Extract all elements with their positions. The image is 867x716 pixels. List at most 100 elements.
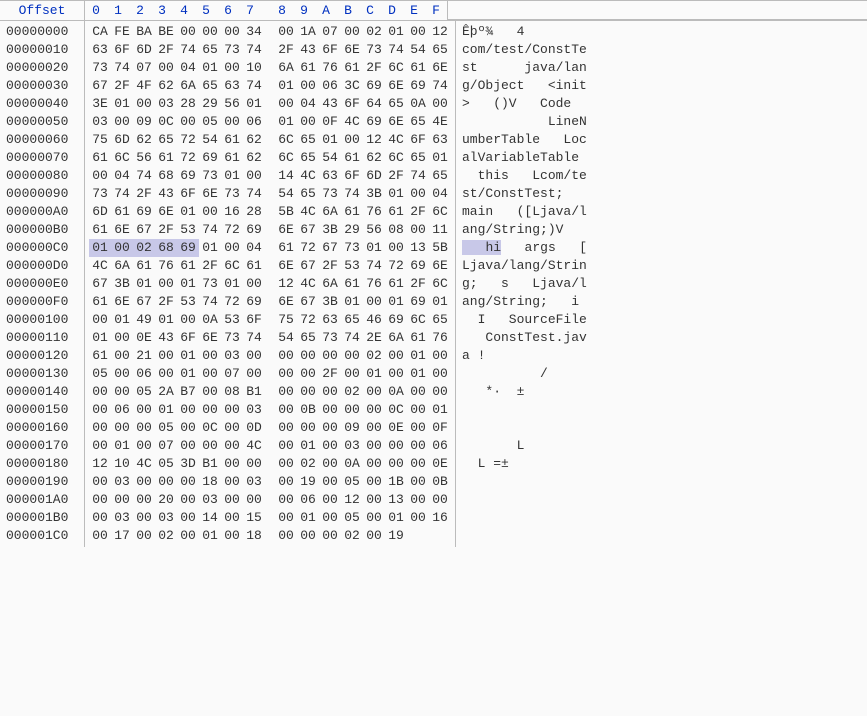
hex-byte[interactable]: 00 [155, 473, 177, 491]
hex-byte[interactable]: 00 [133, 491, 155, 509]
hex-byte[interactable]: 65 [429, 167, 451, 185]
hex-row[interactable]: 00014901000A536F7572636546696C65 [89, 311, 451, 329]
hex-byte[interactable]: 01 [385, 23, 407, 41]
hex-byte[interactable]: 00 [363, 293, 385, 311]
hex-byte[interactable]: 04 [111, 167, 133, 185]
hex-byte[interactable]: 12 [429, 23, 451, 41]
hex-byte[interactable]: 0F [319, 113, 341, 131]
hex-byte[interactable]: 2A [155, 383, 177, 401]
hex-byte[interactable]: 00 [341, 23, 363, 41]
hex-byte[interactable]: 00 [199, 365, 221, 383]
hex-byte[interactable]: 00 [221, 113, 243, 131]
hex-byte[interactable]: 00 [89, 527, 111, 545]
hex-byte[interactable]: 43 [155, 185, 177, 203]
hex-byte[interactable]: 76 [429, 329, 451, 347]
hex-byte[interactable]: 00 [243, 455, 265, 473]
hex-byte[interactable]: 06 [243, 113, 265, 131]
hex-byte[interactable]: 54 [275, 185, 297, 203]
hex-byte[interactable]: 69 [177, 239, 199, 257]
hex-byte[interactable]: 00 [407, 383, 429, 401]
hex-byte[interactable]: 00 [111, 113, 133, 131]
hex-byte[interactable]: 00 [177, 491, 199, 509]
hex-byte[interactable]: 00 [429, 491, 451, 509]
offset-cell[interactable]: 00000150 [6, 401, 78, 419]
hex-byte[interactable]: 14 [275, 167, 297, 185]
offset-cell[interactable]: 00000000 [6, 23, 78, 41]
ascii-row[interactable]: ang/String;)V [462, 221, 861, 239]
hex-byte[interactable]: 00 [199, 347, 221, 365]
hex-byte[interactable]: 00 [89, 401, 111, 419]
hex-row[interactable]: 636F6D2F746573742F436F6E73745465 [89, 41, 451, 59]
hex-byte[interactable]: 00 [341, 401, 363, 419]
hex-byte[interactable]: 00 [89, 419, 111, 437]
ascii-row[interactable]: > ()V Code [462, 95, 861, 113]
hex-byte[interactable]: 6E [275, 293, 297, 311]
hex-byte[interactable]: 63 [221, 77, 243, 95]
hex-row[interactable]: 000300000018000300190005001B000B [89, 473, 451, 491]
hex-byte[interactable]: 6D [363, 167, 385, 185]
hex-byte[interactable]: 16 [429, 509, 451, 527]
hex-byte[interactable]: 00 [89, 167, 111, 185]
hex-row[interactable]: 6D61696E010016285B4C6A6176612F6C [89, 203, 451, 221]
hex-byte[interactable]: 00 [363, 383, 385, 401]
hex-byte[interactable]: 01 [429, 401, 451, 419]
hex-byte[interactable]: 05 [199, 113, 221, 131]
hex-byte[interactable]: 1A [297, 23, 319, 41]
hex-byte[interactable]: 00 [363, 473, 385, 491]
offset-cell[interactable]: 000000B0 [6, 221, 78, 239]
hex-byte[interactable]: 00 [297, 383, 319, 401]
hex-byte[interactable]: 02 [341, 383, 363, 401]
hex-byte[interactable]: 00 [89, 473, 111, 491]
hex-byte[interactable]: 3B [111, 275, 133, 293]
hex-byte[interactable]: 00 [89, 311, 111, 329]
hex-byte[interactable]: 00 [407, 473, 429, 491]
hex-byte[interactable]: 00 [133, 509, 155, 527]
hex-byte[interactable]: 21 [133, 347, 155, 365]
hex-byte[interactable]: FE [111, 23, 133, 41]
offset-cell[interactable]: 00000030 [6, 77, 78, 95]
hex-byte[interactable]: 00 [177, 527, 199, 545]
hex-byte[interactable]: BE [155, 23, 177, 41]
hex-byte[interactable]: 2F [275, 41, 297, 59]
hex-byte[interactable]: 05 [89, 365, 111, 383]
hex-byte[interactable]: 61 [89, 149, 111, 167]
ascii-row[interactable] [462, 401, 861, 419]
hex-byte[interactable]: 00 [341, 347, 363, 365]
hex-byte[interactable]: 01 [385, 293, 407, 311]
ascii-row[interactable] [462, 419, 861, 437]
hex-byte[interactable]: 00 [221, 455, 243, 473]
hex-byte[interactable]: 6E [111, 293, 133, 311]
offset-cell[interactable]: 00000170 [6, 437, 78, 455]
hex-byte[interactable]: 00 [319, 527, 341, 545]
ascii-row[interactable]: *· ± [462, 383, 861, 401]
hex-byte[interactable]: 0A [341, 455, 363, 473]
hex-byte[interactable]: 61 [221, 131, 243, 149]
hex-byte[interactable]: 6D [111, 131, 133, 149]
hex-row[interactable]: 73740700040100106A6176612F6C616E [89, 59, 451, 77]
hex-byte[interactable]: 6E [385, 113, 407, 131]
hex-byte[interactable]: 01 [221, 167, 243, 185]
hex-byte[interactable]: 00 [319, 347, 341, 365]
offset-cell[interactable]: 000001A0 [6, 491, 78, 509]
hex-byte[interactable]: 6C [407, 311, 429, 329]
hex-byte[interactable]: 61 [385, 203, 407, 221]
offset-cell[interactable]: 00000140 [6, 383, 78, 401]
hex-byte[interactable]: 01 [275, 113, 297, 131]
ascii-row[interactable]: g/Object <init [462, 77, 861, 95]
hex-byte[interactable]: 6C [221, 257, 243, 275]
hex-byte[interactable]: 2F [133, 185, 155, 203]
hex-byte[interactable]: 00 [199, 203, 221, 221]
hex-byte[interactable]: 54 [319, 149, 341, 167]
hex-byte[interactable]: 00 [177, 113, 199, 131]
hex-byte[interactable]: 72 [221, 293, 243, 311]
hex-byte[interactable]: 6C [275, 149, 297, 167]
hex-byte[interactable]: 6C [385, 59, 407, 77]
hex-byte[interactable]: 00 [341, 365, 363, 383]
hex-byte[interactable]: 01 [363, 365, 385, 383]
hex-byte[interactable]: 01 [297, 437, 319, 455]
hex-byte[interactable]: 01 [429, 293, 451, 311]
hex-byte[interactable]: 65 [199, 41, 221, 59]
hex-byte[interactable]: 3B [363, 185, 385, 203]
hex-byte[interactable]: 00 [177, 23, 199, 41]
hex-byte[interactable]: 2E [363, 329, 385, 347]
